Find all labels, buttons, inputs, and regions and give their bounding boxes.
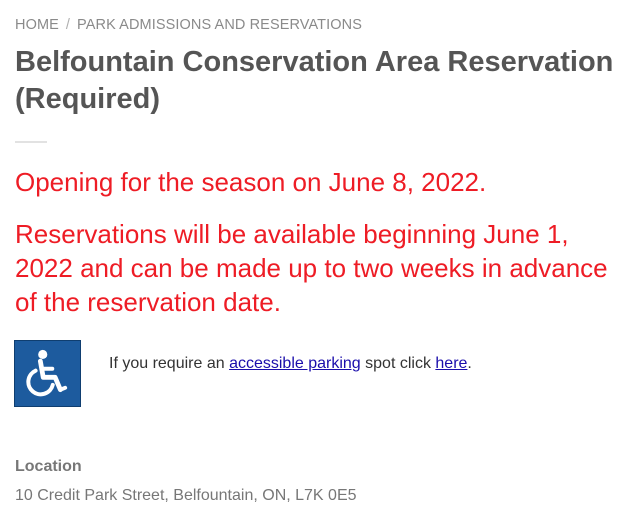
opening-notice: Opening for the season on June 8, 2022. <box>15 167 487 197</box>
wheelchair-icon <box>14 340 81 407</box>
location-label: Location <box>15 458 82 475</box>
page-title: Belfountain Conservation Area Reservatio… <box>15 46 614 115</box>
accessible-parking-row: If you require an accessible parking spo… <box>14 340 614 408</box>
location-address: 10 Credit Park Street, Belfountain, ON, … <box>15 487 357 504</box>
access-text-middle: spot click <box>360 355 436 372</box>
title-divider <box>15 141 47 143</box>
accessible-parking-link[interactable]: accessible parking <box>229 355 361 372</box>
wheelchair-icon-graphic <box>26 349 68 397</box>
breadcrumb-home-link[interactable]: HOME <box>15 17 59 33</box>
access-text-after: . <box>467 355 472 372</box>
here-link[interactable]: here <box>435 355 467 372</box>
page: HOME / PARK ADMISSIONS AND RESERVATIONS Be… <box>0 0 626 530</box>
reservation-notice: Reservations will be available beginning… <box>15 219 608 317</box>
breadcrumb-separator: / <box>65 17 71 33</box>
accessible-parking-text: If you require an accessible parking spo… <box>109 354 472 374</box>
access-text-before: If you require an <box>109 355 230 372</box>
breadcrumb: HOME / PARK ADMISSIONS AND RESERVATIONS <box>15 17 362 33</box>
breadcrumb-current-link[interactable]: PARK ADMISSIONS AND RESERVATIONS <box>77 17 362 33</box>
